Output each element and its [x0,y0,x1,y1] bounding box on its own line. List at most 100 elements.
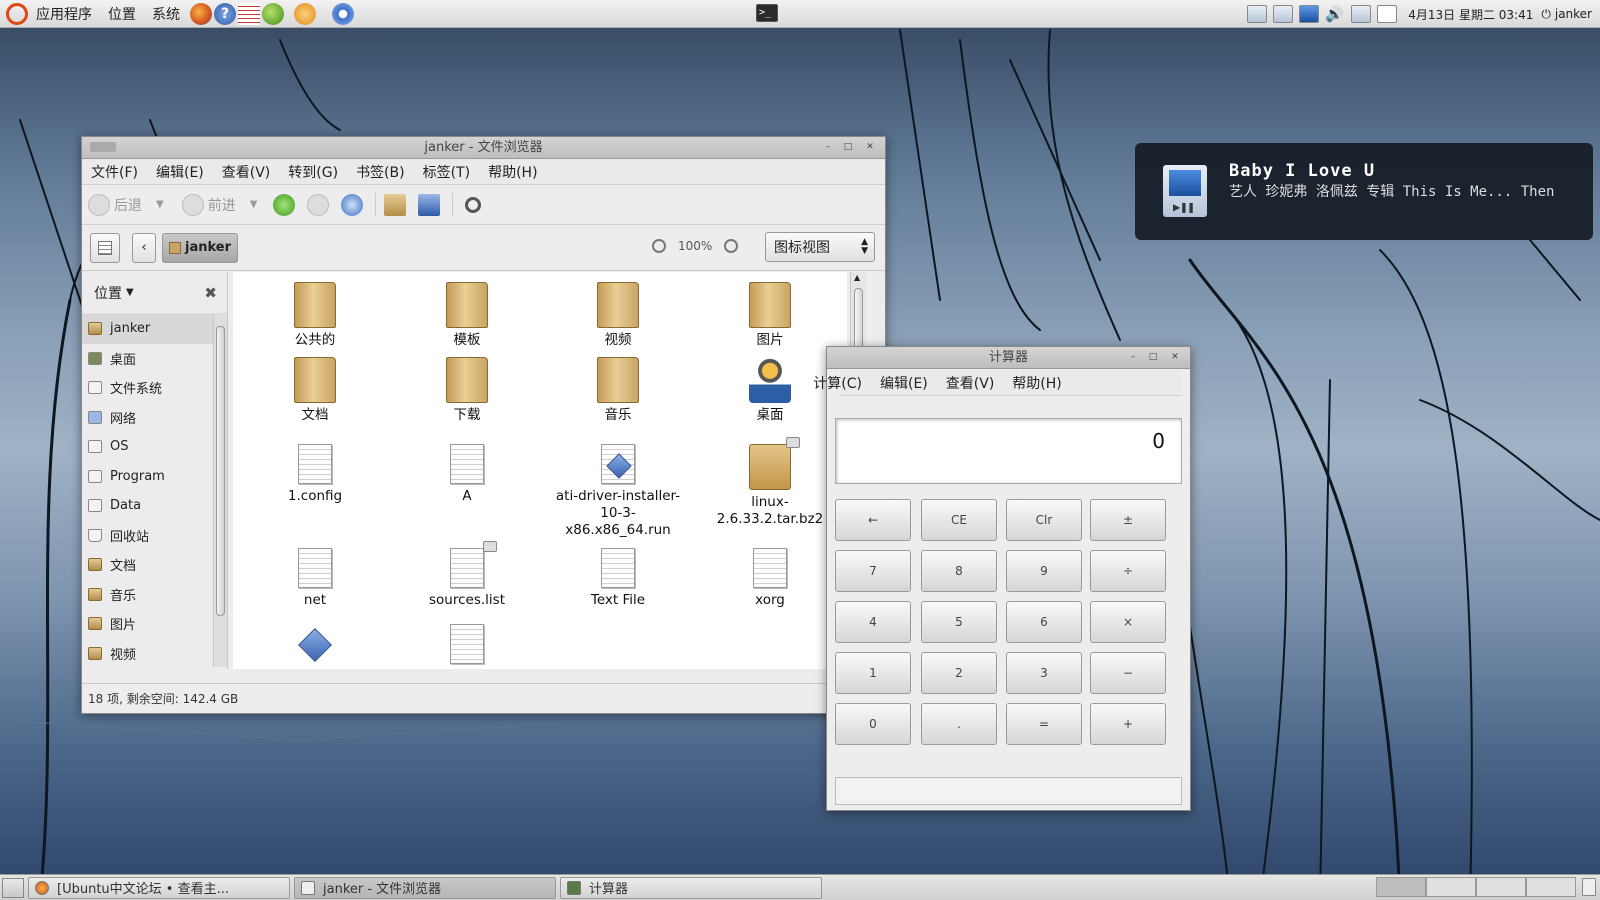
sidebar-item-filesystem[interactable]: 文件系统 [82,373,227,403]
music-player-icon[interactable] [294,2,316,25]
menu-tabs[interactable]: 标签(T) [414,162,479,182]
key-plus-minus[interactable]: ± [1090,499,1166,541]
close-button[interactable]: ✕ [1168,351,1182,363]
text-editor-icon[interactable] [238,2,260,25]
sidebar-item-desktop[interactable]: 桌面 [82,344,227,374]
file-item-script[interactable] [245,624,385,669]
firefox-icon[interactable] [190,2,212,25]
green-apple-icon[interactable] [262,2,284,25]
chevron-down-icon[interactable]: ▼ [250,199,258,210]
task-firefox[interactable]: [Ubuntu中文论坛 • 查看主... [28,876,290,899]
menu-help[interactable]: 帮助(H) [479,162,546,182]
power-icon[interactable]: ⏻ [1541,7,1551,22]
file-browser-titlebar[interactable]: janker - 文件浏览器 – □ ✕ [82,137,885,159]
workspace-3[interactable] [1476,877,1526,897]
file-item-linux-archive[interactable]: linux-2.6.33.2.tar.bz2 [700,437,840,528]
file-item-a[interactable]: A [397,444,537,505]
sidebar-item-trash[interactable]: 回收站 [82,521,227,551]
key-plus[interactable]: + [1090,703,1166,745]
stop-icon[interactable] [307,193,330,216]
breadcrumb-home[interactable]: janker [162,232,239,263]
key-1[interactable]: 1 [835,652,911,694]
file-item-videos[interactable]: 视频 [548,282,688,349]
home-icon[interactable] [384,193,407,216]
search-icon[interactable] [465,196,482,213]
workspace-2[interactable] [1426,877,1476,897]
key-2[interactable]: 2 [921,652,997,694]
sidebar-item-pictures[interactable]: 图片 [82,609,227,639]
zoom-in-icon[interactable] [724,239,739,253]
network-icon[interactable] [1273,5,1294,23]
key-multiply[interactable]: × [1090,601,1166,643]
task-calculator[interactable]: 计算器 [560,876,822,899]
scrollbar-thumb[interactable] [216,326,225,616]
key-equals[interactable]: = [1006,703,1082,745]
help-icon[interactable]: ? [214,2,236,25]
file-item-templates[interactable]: 模板 [397,282,537,349]
maximize-button[interactable]: □ [841,141,855,153]
volume-icon[interactable]: 🔊 [1325,5,1345,23]
terminal-icon[interactable]: >_ [756,4,778,22]
view-selector[interactable]: 图标视图 ▲ ▼ [765,232,875,262]
back-button[interactable]: 后退 ▼ [88,193,164,216]
file-item-net[interactable]: net [245,548,385,609]
sidebar-item-documents[interactable]: 文档 [82,550,227,580]
window-icon[interactable] [1247,5,1268,23]
key-3[interactable]: 3 [1006,652,1082,694]
chevron-down-icon[interactable]: ▼ [156,199,164,210]
file-item-pictures[interactable]: 图片 [700,282,840,349]
sidebar-scrollbar[interactable] [213,314,227,667]
window-menu-icon[interactable] [90,142,116,152]
sidebar-header[interactable]: 位置 ▼ ✖ [82,272,227,314]
forward-button[interactable]: 前进 ▼ [181,193,258,216]
key-minus[interactable]: − [1090,652,1166,694]
key-6[interactable]: 6 [1006,601,1082,643]
key-8[interactable]: 8 [921,550,997,592]
sidebar-item-home[interactable]: janker [82,314,227,344]
workspace-4[interactable] [1526,877,1576,897]
key-5[interactable]: 5 [921,601,997,643]
show-desktop-icon[interactable] [2,877,24,898]
path-left-button[interactable]: ‹ [132,232,156,263]
file-item-public[interactable]: 公共的 [245,282,385,349]
chromium-icon[interactable] [332,2,354,25]
key-7[interactable]: 7 [835,550,911,592]
key-clr[interactable]: Clr [1006,499,1082,541]
clock[interactable]: 4月13日 星期二 03:41 [1408,6,1533,23]
menu-help[interactable]: 帮助(H) [1003,373,1070,393]
menu-calculation[interactable]: 计算(C) [801,373,871,393]
menu-bookmarks[interactable]: 书签(B) [347,162,414,182]
mail-icon[interactable] [1377,5,1398,23]
file-item-ati-driver[interactable]: ati-driver-installer-10-3-x86.x86_64.run [548,444,688,539]
menu-view[interactable]: 查看(V) [937,373,1004,393]
zoom-out-icon[interactable] [652,239,666,253]
sidebar-item-os[interactable]: OS [82,432,227,462]
close-sidebar-icon[interactable]: ✖ [204,284,217,302]
menu-view[interactable]: 查看(V) [213,162,280,182]
reload-icon[interactable] [341,193,364,216]
file-item-xorg[interactable]: xorg [700,548,840,609]
sidebar-item-network[interactable]: 网络 [82,403,227,433]
menu-system[interactable]: 系统 [144,4,188,24]
maximize-button[interactable]: □ [1146,351,1160,363]
sidebar-item-videos[interactable]: 视频 [82,639,227,669]
menu-applications[interactable]: 应用程序 [28,4,100,24]
task-file-browser[interactable]: janker - 文件浏览器 [294,876,556,899]
key-4[interactable]: 4 [835,601,911,643]
file-item-text-file[interactable]: Text File [548,548,688,609]
close-button[interactable]: ✕ [863,141,877,153]
minimize-button[interactable]: – [821,141,835,153]
key-0[interactable]: 0 [835,703,911,745]
sidebar-item-program[interactable]: Program [82,462,227,492]
menu-go[interactable]: 转到(G) [279,162,347,182]
user-name[interactable]: janker [1555,7,1592,21]
file-item-sources-list[interactable]: sources.list [397,541,537,609]
menu-edit[interactable]: 编辑(E) [871,373,937,393]
up-arrow-icon[interactable] [273,193,296,216]
key-9[interactable]: 9 [1006,550,1082,592]
workspace-1[interactable] [1376,877,1426,897]
bluetooth-icon[interactable] [1299,5,1320,23]
file-item-text[interactable] [397,624,537,668]
menu-places[interactable]: 位置 [100,4,144,24]
computer-icon[interactable] [418,193,441,216]
